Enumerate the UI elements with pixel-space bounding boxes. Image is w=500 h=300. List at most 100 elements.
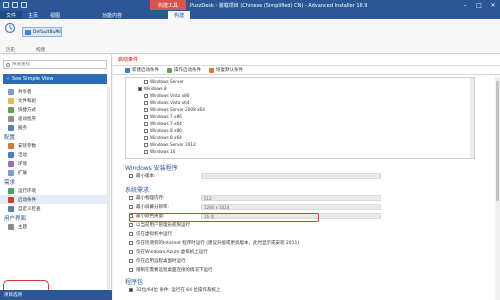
sidebar-item[interactable]: 服务 [0,123,108,132]
system-req-field[interactable]: 1280 x 1024 [201,204,381,210]
undo-icon[interactable] [21,2,27,8]
edit-icon [167,67,172,73]
tree-row[interactable]: Windows 7 x64 [126,120,474,127]
reset-condition-button[interactable]: 恢复默认条件 [209,67,243,73]
nav-list: 共享者 文件和组 快捷方式 驱动程序 服务 配置 安装参数 活动 环境 扩展 需求 运行环境 启动条件自… [0,87,108,231]
project-options-bar[interactable]: 项目选项 [0,290,112,300]
edit-condition-label: 操作启动条件 [174,68,201,73]
system-req-row[interactable]: 以当前用户管理员权限运行 [129,222,190,228]
sidebar-item[interactable]: 驱动程序 [0,114,108,123]
main-scrollbar[interactable] [495,77,500,300]
tree-row[interactable]: Windows 8 x86 [126,127,474,134]
system-req-label: 以当前用户管理员权限运行 [136,223,190,228]
close-icon[interactable]: × [55,29,59,34]
tab-file[interactable]: 文件 [0,11,23,19]
system-req-row[interactable]: 最小屏幕分辨率: [129,204,169,210]
checkbox[interactable] [144,135,148,140]
tree-row[interactable]: Windows 10 [126,148,474,155]
tree-row-label: Windows Server 2008 x64 [150,107,205,112]
minimize-button[interactable]: – [458,0,472,10]
sidebar-item[interactable]: 启动条件 [0,195,108,204]
sidebar-item[interactable]: 环境 [0,159,108,168]
tree-row[interactable]: Windows Server 2008 x64 [126,106,474,113]
checkbox[interactable] [129,268,133,272]
tab-home[interactable]: 主页 [22,11,44,19]
sidebar-item[interactable]: 快捷方式 [0,105,108,114]
sidebar-item-label: 安装参数 [18,143,36,149]
sidebar-item[interactable]: 活动 [0,150,108,159]
checkbox[interactable] [129,174,133,178]
installer-min-version-row[interactable]: 最小版本: [129,173,156,179]
checkbox[interactable] [129,232,133,236]
sidebar-item[interactable]: 主题 [0,222,108,231]
tab-build[interactable]: 构建 [168,11,191,19]
search-input[interactable] [12,62,102,67]
system-req-row[interactable]: 仅在启用远程桌面时运行 [129,258,186,264]
installer-version-field[interactable] [201,173,381,179]
scroll-thumb[interactable] [496,81,499,201]
tab-features[interactable]: 功能内容 [96,11,128,19]
system-req-row[interactable]: 仅在Windows Azure 虚拟机上运行 [129,249,208,255]
left-navigation: ‹ See Simple View 共享者文件和组快捷方式驱动程序服务配置安装参… [0,55,112,300]
checkbox[interactable] [129,288,133,292]
checkbox[interactable] [144,107,148,112]
tab-view[interactable]: 视图 [44,11,66,19]
system-req-row[interactable]: 限制在需要远程桌面连接的情况下运行 [129,267,213,273]
sidebar-item[interactable]: 扩展 [0,168,108,177]
build-config-tab[interactable]: DefaultBuild × [22,27,62,37]
os-tree[interactable]: Windows Server Windows 8 Windows Vista x86… [125,77,475,159]
sidebar-item-label: 共享者 [18,89,32,95]
checkbox[interactable] [144,149,148,154]
system-req-row[interactable]: 仅在检测到的Internet 程序时运行 (建议升级或更高版本，此时显示或安装 … [129,240,299,246]
simple-view-label: See Simple View [12,76,54,82]
tree-row-label: Windows 10 [150,149,176,154]
close-button[interactable]: ✕ [486,0,500,10]
history-group[interactable] [4,22,16,34]
tree-row-label: Windows Vista x64 [150,100,190,105]
edit-condition-button[interactable]: 操作启动条件 [167,67,201,73]
checkbox[interactable] [144,114,148,119]
system-req-row[interactable]: 仅在虚拟机中运行 [129,231,172,237]
search-box[interactable] [3,60,107,69]
checkbox[interactable] [138,86,142,91]
checkbox[interactable] [144,142,148,147]
sidebar-item[interactable]: 安装参数 [0,141,108,150]
app-icon[interactable] [3,2,9,8]
quick-access-toolbar [0,2,27,8]
sidebar-item[interactable]: 自定义检查 [0,204,108,213]
sidebar-item[interactable]: 共享者 [0,87,108,96]
context-tab[interactable]: 构建工具 [150,0,187,10]
simple-view-button[interactable]: ‹ See Simple View [3,74,107,84]
checkbox[interactable] [144,79,148,84]
tree-row[interactable]: Windows Server 2012 [126,141,474,148]
tree-row[interactable]: Windows 8 [126,85,474,92]
checkbox[interactable] [129,205,133,209]
checkbox[interactable] [129,241,133,245]
checkbox[interactable] [144,93,148,98]
checkbox[interactable] [144,121,148,126]
system-req-field[interactable]: 512 [201,195,381,201]
checkbox[interactable] [129,259,133,263]
checkbox[interactable] [129,196,133,200]
checkbox[interactable] [144,128,148,133]
tree-scrollbar[interactable] [470,78,474,158]
checkbox[interactable] [144,100,148,105]
page-title: 启动条件 [118,57,139,63]
save-icon[interactable] [12,2,18,8]
tree-row[interactable]: Windows 7 x86 [126,113,474,120]
tree-row[interactable]: Windows Server [126,78,474,85]
maximize-button[interactable]: □ [472,0,486,10]
tree-row[interactable]: Windows 8 x64 [126,134,474,141]
new-condition-button[interactable]: 新建启动条件 [125,67,159,73]
program-row[interactable]: 32位/64位 条件: 运行在 64 位操作系统上 [129,287,220,293]
tree-row[interactable]: Windows Vista x86 [126,92,474,99]
system-req-label: 仅在启用远程桌面时运行 [136,259,186,264]
sidebar-item[interactable]: 文件和组 [0,96,108,105]
nav-scrollbar[interactable] [107,87,110,297]
sidebar-item[interactable]: 运行环境 [0,186,108,195]
checkbox[interactable] [129,250,133,254]
checkbox[interactable] [129,223,133,227]
system-req-row[interactable]: 最小物理内存: [129,195,165,201]
system-req-label: 限制在需要远程桌面连接的情况下运行 [136,268,213,273]
tree-row[interactable]: Windows Vista x64 [126,99,474,106]
